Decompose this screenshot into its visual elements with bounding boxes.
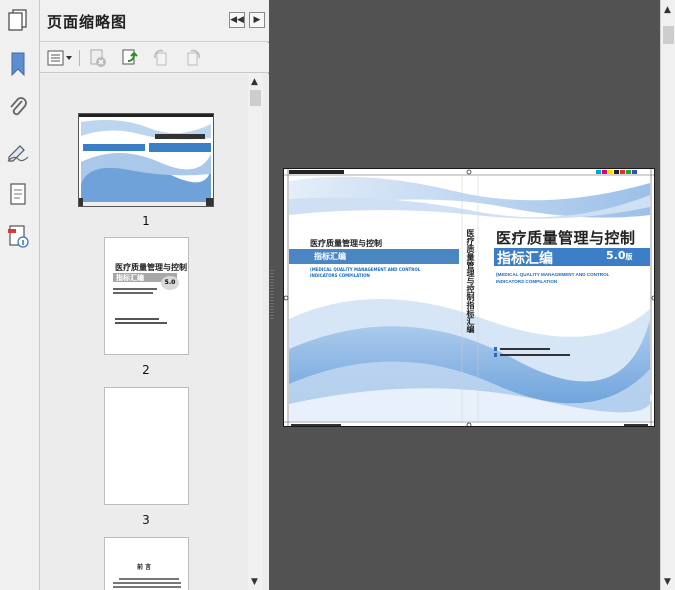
double-chevron-left-icon: ◀◀ — [230, 15, 244, 25]
page-label-2: 2 — [142, 363, 150, 377]
front-cover-title: 医疗质量管理与控制 — [496, 229, 636, 247]
rotate-ccw-button[interactable] — [150, 47, 172, 69]
preface-title: 前 言 — [137, 564, 152, 571]
scroll-up-icon[interactable]: ▲ — [251, 77, 258, 87]
thumb2-subtitle: 指标汇编 — [116, 274, 144, 282]
delete-pages-button[interactable] — [87, 47, 109, 69]
panel-header: 页面缩略图 ◀◀ ▶ — [40, 0, 269, 42]
text-line — [113, 292, 153, 294]
front-cover-version: 5.0版 — [606, 249, 633, 262]
navigation-rail — [0, 0, 40, 590]
toolbar-separator — [79, 50, 80, 66]
front-cover-english-2: INDICATORS COMPILATION — [496, 279, 558, 284]
back-cover-english-2: INDICATORS COMPILATION — [310, 273, 370, 278]
front-cover-english-1: (MEDICAL QUALITY MANAGEMENT AND CONTROL — [496, 272, 610, 277]
thumb2-title: 医疗质量管理与控制 — [115, 263, 187, 272]
options-menu-button[interactable] — [46, 47, 74, 69]
panel-splitter-handle[interactable] — [270, 270, 274, 320]
panel-options-button[interactable]: ▶ — [249, 12, 265, 28]
back-cover-subtitle: 指标汇编 — [314, 252, 346, 261]
insert-pages-button[interactable] — [119, 47, 141, 69]
scrollbar-thumb[interactable] — [663, 26, 674, 44]
scroll-down-icon[interactable]: ▼ — [251, 577, 258, 587]
thumbnail-page-1[interactable] — [78, 113, 214, 207]
signatures-icon[interactable] — [4, 138, 32, 166]
page-label-1: 1 — [142, 214, 150, 228]
rotate-left-icon — [154, 49, 167, 66]
rotate-cw-button[interactable] — [182, 47, 204, 69]
thumbnail-page-3[interactable] — [104, 387, 189, 505]
scroll-up-icon[interactable]: ▲ — [664, 5, 671, 15]
attachments-icon[interactable] — [4, 94, 32, 122]
collapse-panel-button[interactable]: ◀◀ — [229, 12, 245, 28]
thumbnail-scrollbar[interactable]: ▲ ▼ — [248, 74, 263, 590]
text-line — [115, 322, 167, 324]
version-number: 5.0 — [606, 249, 626, 262]
rotate-right-icon — [187, 49, 200, 66]
scroll-down-icon[interactable]: ▼ — [664, 577, 671, 587]
thumbnail-list[interactable]: 1 医疗质量管理与控制 指标汇编 5.0 2 3 前 言 — [40, 74, 269, 590]
back-cover-english-1: (MEDICAL QUALITY MANAGEMENT AND CONTROL — [310, 267, 421, 272]
document-scrollbar[interactable]: ▲ ▼ — [660, 0, 675, 590]
document-page-cover[interactable]: 医疗质量管理与控制 指标汇编 (MEDICAL QUALITY MANAGEME… — [283, 168, 655, 427]
thumbnail-panel: 页面缩略图 ◀◀ ▶ 1 医疗质量管理与控制 指标汇编 5.0 2 3 前 言 … — [40, 0, 269, 590]
insert-page-icon — [122, 49, 138, 65]
thumbnail-page-2[interactable]: 医疗质量管理与控制 指标汇编 5.0 — [104, 237, 189, 355]
page-label-3: 3 — [142, 513, 150, 527]
back-cover-title: 医疗质量管理与控制 — [310, 239, 382, 248]
thumbnail-toolbar — [40, 43, 269, 73]
version-suffix: 版 — [625, 253, 633, 261]
panel-title: 页面缩略图 — [47, 13, 128, 31]
content-icon[interactable] — [4, 180, 32, 208]
delete-page-icon — [90, 49, 106, 67]
text-line — [113, 582, 181, 584]
front-cover-subtitle: 指标汇编 — [497, 251, 553, 267]
document-properties-icon[interactable] — [4, 222, 32, 250]
text-line — [113, 586, 181, 588]
play-right-icon: ▶ — [253, 15, 261, 25]
thumbnail-page-4[interactable]: 前 言 — [104, 537, 189, 590]
thumb2-version: 5.0 — [161, 276, 179, 290]
text-line — [113, 288, 157, 290]
page-thumbnails-icon[interactable] — [4, 6, 32, 34]
scrollbar-thumb[interactable] — [250, 90, 261, 106]
cover-thumbnail-image — [79, 114, 213, 206]
text-line — [115, 318, 159, 320]
bookmarks-icon[interactable] — [4, 50, 32, 78]
acrobat-window: 页面缩略图 ◀◀ ▶ 1 医疗质量管理与控制 指标汇编 5.0 2 3 前 言 … — [0, 0, 675, 590]
text-line — [119, 578, 179, 580]
spine-title: 医疗质量管理与控制指标汇编 — [466, 229, 475, 333]
list-options-icon — [47, 50, 72, 66]
